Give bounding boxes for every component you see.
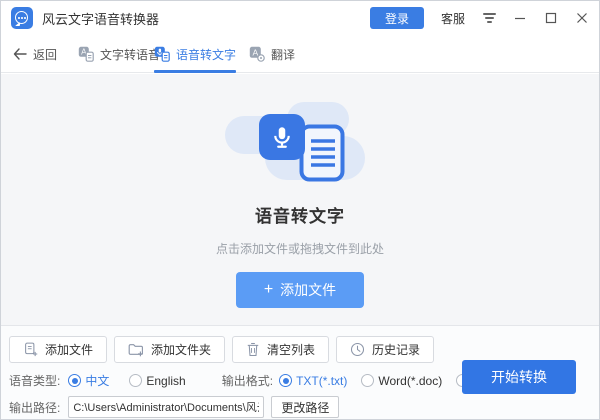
tab-text-to-speech[interactable]: A 文字转语音	[78, 35, 160, 73]
radio-label: TXT(*.txt)	[296, 373, 348, 388]
translate-icon: A	[249, 46, 265, 62]
add-file-label: 添加文件	[280, 282, 337, 298]
svg-text:A: A	[252, 47, 258, 57]
app-title: 风云文字语音转换器	[42, 11, 160, 27]
dropzone-title: 语音转文字	[255, 207, 345, 226]
voice-type-label: 语音类型:	[9, 374, 61, 388]
titlebar-actions: 登录 客服	[369, 7, 589, 29]
clear-list-button[interactable]: 清空列表	[232, 336, 330, 363]
customer-support-link[interactable]: 客服	[441, 10, 465, 27]
tab-label: 翻译	[271, 47, 296, 62]
plus-icon: +	[263, 281, 274, 298]
radio-icon	[68, 374, 82, 387]
file-plus-icon	[25, 342, 38, 357]
titlebar: 风云文字语音转换器 登录 客服	[1, 1, 599, 35]
app-window: 风云文字语音转换器 登录 客服 返回 A 文字转语音 语音转文字 A 翻译 语音…	[0, 0, 600, 420]
radio-format-txt[interactable]: TXT(*.txt)	[279, 374, 347, 388]
back-arrow-icon	[13, 48, 27, 60]
radio-english[interactable]: English	[129, 373, 186, 388]
radio-icon	[279, 374, 293, 387]
output-format-label: 输出格式:	[221, 374, 274, 388]
output-path-row: 输出路径: 更改路径	[9, 396, 340, 418]
minimize-button[interactable]	[513, 11, 527, 25]
output-path-input[interactable]	[68, 396, 265, 418]
history-button[interactable]: 历史记录	[336, 336, 435, 363]
minimize-icon	[515, 17, 525, 20]
folder-plus-icon	[128, 344, 143, 357]
maximize-icon	[545, 12, 557, 24]
back-label: 返回	[33, 47, 58, 62]
change-path-button[interactable]: 更改路径	[271, 396, 340, 418]
radio-label: English	[146, 373, 186, 388]
add-file-button[interactable]: + 添加文件	[236, 272, 364, 308]
radio-icon	[361, 374, 375, 387]
document-icon	[299, 124, 345, 187]
toolbar-button-label: 添加文件	[45, 343, 94, 357]
close-button[interactable]	[575, 11, 589, 25]
microphone-icon	[259, 114, 305, 160]
radio-chinese[interactable]: 中文	[68, 372, 109, 389]
trash-icon	[247, 342, 259, 357]
radio-label: Word(*.doc)	[378, 373, 443, 388]
dropzone[interactable]: 语音转文字 点击添加文件或拖拽文件到此处 + 添加文件	[1, 74, 599, 325]
radio-format-doc[interactable]: Word(*.doc)	[361, 374, 442, 388]
clock-icon	[351, 342, 365, 357]
login-button[interactable]: 登录	[369, 7, 424, 29]
dropzone-hint: 点击添加文件或拖拽文件到此处	[215, 242, 384, 256]
maximize-button[interactable]	[544, 11, 558, 25]
back-button[interactable]: 返回	[13, 35, 57, 73]
toolbar-add-folder-button[interactable]: 添加文件夹	[114, 336, 226, 363]
speech-to-text-illustration	[225, 100, 375, 188]
toolbar-button-label: 清空列表	[267, 343, 316, 357]
file-toolbar: 添加文件 添加文件夹 清空列表 历史记录	[9, 336, 435, 363]
start-convert-button[interactable]: 开始转换	[462, 360, 576, 394]
radio-label: 中文	[85, 374, 110, 388]
text-to-speech-icon: A	[78, 46, 94, 62]
toolbar-button-label: 历史记录	[372, 343, 421, 357]
tab-label: 文字转语音	[100, 47, 161, 62]
menu-icon[interactable]	[482, 13, 496, 23]
close-icon	[577, 13, 587, 23]
tab-translate[interactable]: A 翻译	[249, 35, 295, 73]
toolbar-button-label: 添加文件夹	[151, 343, 212, 357]
nav-bar: 返回 A 文字转语音 语音转文字 A 翻译	[1, 35, 599, 73]
app-logo-icon	[11, 7, 33, 29]
radio-icon	[129, 374, 143, 387]
speech-to-text-icon	[154, 46, 170, 62]
bottom-panel: 添加文件 添加文件夹 清空列表 历史记录 语音类型: 中文 English 输出…	[1, 325, 599, 419]
toolbar-add-file-button[interactable]: 添加文件	[9, 336, 108, 363]
tab-speech-to-text[interactable]: 语音转文字	[154, 35, 237, 73]
tab-label: 语音转文字	[176, 47, 237, 62]
output-path-label: 输出路径:	[9, 400, 61, 415]
